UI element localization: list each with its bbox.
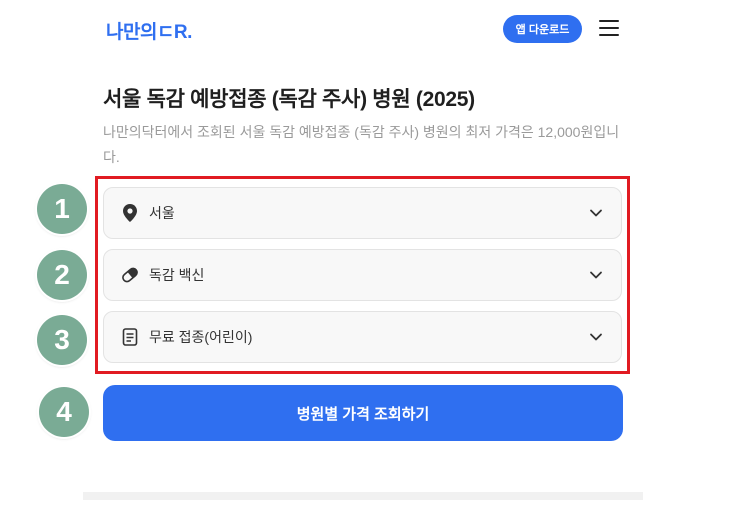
step-marker-2: 2	[37, 250, 87, 300]
hamburger-menu-icon[interactable]	[599, 20, 619, 38]
step-marker-3: 3	[37, 315, 87, 365]
vaccination-type-select[interactable]: 무료 접종(어린이)	[103, 311, 622, 363]
brand-logo[interactable]: 나만의ㄷR.	[106, 17, 192, 44]
region-select-value: 서울	[149, 205, 175, 221]
document-icon	[121, 328, 139, 346]
chevron-down-icon	[590, 209, 602, 217]
vaccine-select-value: 독감 백신	[149, 267, 205, 283]
step-marker-1: 1	[37, 184, 87, 234]
vaccine-select[interactable]: 독감 백신	[103, 249, 622, 301]
step-marker-4: 4	[39, 387, 89, 437]
search-prices-button[interactable]: 병원별 가격 조회하기	[103, 385, 623, 441]
app-download-button[interactable]: 앱 다운로드	[503, 15, 582, 43]
region-select[interactable]: 서울	[103, 187, 622, 239]
chevron-down-icon	[590, 333, 602, 341]
page-description: 나만의닥터에서 조회된 서울 독감 예방접종 (독감 주사) 병원의 최저 가격…	[103, 124, 620, 165]
page-title: 서울 독감 예방접종 (독감 주사) 병원 (2025)	[103, 88, 475, 111]
location-pin-icon	[121, 204, 139, 222]
vaccination-type-select-value: 무료 접종(어린이)	[149, 329, 253, 345]
section-divider	[83, 492, 643, 500]
chevron-down-icon	[590, 271, 602, 279]
pill-icon	[121, 266, 139, 284]
